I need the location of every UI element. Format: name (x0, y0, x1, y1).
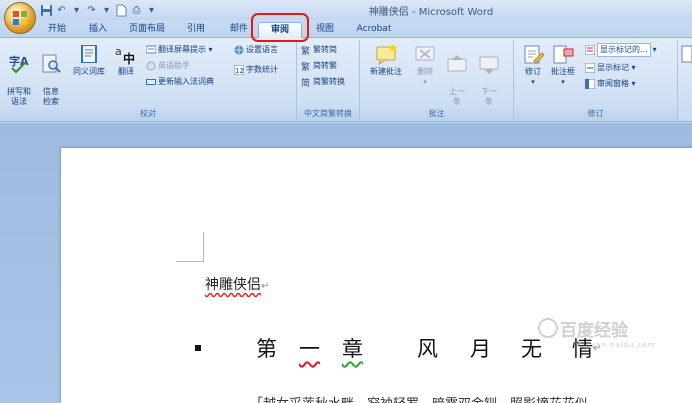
svg-text:中: 中 (123, 51, 135, 65)
spelling-icon: 字A (9, 54, 29, 74)
thesaurus-button[interactable]: 同义词库 (67, 43, 111, 77)
update-dictionary-icon (146, 77, 156, 87)
translate-icon: a中 (115, 45, 135, 65)
spelling-grammar-button[interactable]: 字A 拼写和 语法 (3, 43, 35, 107)
tab-view[interactable]: 视图 (311, 22, 339, 38)
title-bar: ↶ ▾ ↷ ▾ ⎙ ▾ 神雕侠侣 - Microsoft Word (0, 0, 692, 20)
translate-button[interactable]: a中 翻译 (113, 43, 139, 77)
chapter-char: 第 (256, 337, 277, 361)
display-for-review-dropdown[interactable]: 显示标记的... ▾ (584, 43, 657, 57)
accept-icon (681, 45, 692, 63)
group-label-proofing: 校对 (0, 107, 296, 120)
delete-comment-icon (415, 46, 435, 61)
tab-mailings[interactable]: 邮件 (225, 22, 253, 38)
translation-screentip-button[interactable]: 翻译屏幕提示 ▾ (145, 44, 213, 56)
tab-acrobat[interactable]: Acrobat (352, 22, 396, 38)
ribbon-tabs: 开始 插入 页面布局 引用 邮件 审阅 视图 Acrobat (0, 20, 692, 38)
group-label-tracking: 修订 (514, 107, 677, 120)
group-changes-partial (678, 40, 692, 120)
group-proofing: 字A 拼写和 语法 信息 检索 同义词库 a中 翻译 翻译屏幕提示 ▾ 英语助手… (0, 40, 297, 120)
svg-text:123: 123 (235, 67, 244, 75)
reviewing-pane-button[interactable]: 审阅窗格 ▾ (584, 78, 636, 90)
chevron-down-icon: ▾ (561, 78, 565, 86)
ribbon: 字A 拼写和 语法 信息 检索 同义词库 a中 翻译 翻译屏幕提示 ▾ 英语助手… (0, 38, 692, 122)
update-ime-dictionary-button[interactable]: 更新输入法词典 (146, 76, 214, 88)
convert-icon: 简 (301, 77, 311, 89)
document-page[interactable] (61, 148, 692, 403)
group-comments: 新建批注 删除 ▾ 上一 条 下一 条 批注 (360, 40, 514, 120)
chevron-down-icon: ▾ (531, 78, 535, 86)
chapter-char: 无 (521, 337, 542, 361)
chapter-char: 月 (470, 337, 491, 361)
to-simplified-button[interactable]: 繁 繁转简 (301, 44, 337, 57)
balloons-icon (553, 45, 574, 64)
svg-text:繁: 繁 (301, 45, 310, 55)
show-markup-button[interactable]: 显示标记 ▾ (584, 62, 636, 74)
tab-page-layout[interactable]: 页面布局 (125, 22, 169, 38)
next-comment-button[interactable]: 下一 条 (476, 43, 502, 107)
svg-text:繁: 繁 (301, 61, 310, 71)
display-review-icon (584, 44, 596, 56)
track-changes-button[interactable]: 修订 ▾ (520, 43, 546, 87)
show-markup-icon (584, 62, 596, 74)
watermark: 百度经验 jingyan.baidu.com (560, 321, 656, 349)
margin-crop-mark (176, 232, 204, 262)
tab-references[interactable]: 引用 (182, 22, 210, 38)
convert-button[interactable]: 简 简繁转换 (301, 76, 345, 89)
tab-insert[interactable]: 插入 (84, 22, 112, 38)
chapter-char: 一 (299, 337, 320, 361)
group-label-comments: 批注 (360, 107, 513, 120)
english-assistant-button[interactable]: 英语助手 (146, 60, 190, 72)
chapter-char: 章 (342, 337, 363, 361)
svg-text:字A: 字A (9, 54, 29, 68)
paragraph-mark-icon: ↵ (261, 281, 270, 292)
chapter-char: 风 (417, 337, 438, 361)
next-comment-icon (479, 56, 499, 74)
word-count-icon: 123 (233, 64, 248, 76)
translation-tip-icon (145, 45, 157, 55)
new-comment-icon (376, 45, 396, 65)
chevron-down-icon: ▾ (652, 45, 657, 54)
simplified-icon: 繁 (301, 45, 311, 57)
group-chinese-conversion: 繁 繁转简 繁 简转繁 简 简繁转换 中文简繁转换 (297, 40, 360, 120)
office-logo-icon (13, 11, 27, 25)
document-title-text: 神雕侠侣 (205, 277, 261, 293)
group-label-chinese-conversion: 中文简繁转换 (297, 107, 359, 120)
previous-comment-button[interactable]: 上一 条 (444, 43, 470, 107)
window-title: 神雕侠侣 - Microsoft Word (368, 7, 494, 18)
bullet-icon (195, 345, 201, 351)
research-button[interactable]: 信息 检索 (38, 43, 64, 107)
language-icon (234, 45, 244, 55)
document-title-line[interactable]: 神雕侠侣↵ (205, 274, 269, 294)
svg-text:a: a (115, 45, 122, 58)
review-tab-highlight (251, 13, 309, 42)
reviewing-pane-icon (584, 78, 596, 90)
set-language-button[interactable]: 设置语言 (234, 44, 278, 56)
traditional-icon: 繁 (301, 61, 311, 73)
chapter-heading[interactable]: 第 一 章 风 月 无 情 ↵ (195, 333, 601, 363)
previous-comment-icon (447, 55, 467, 72)
body-text-line[interactable]: 「越女采莲秋水畔，窄袖轻罗，暗露双金钏。照影摘花花似 (250, 393, 588, 403)
group-tracking: 修订 ▾ 批注框 ▾ 显示标记的... ▾ 显示标记 ▾ 审阅窗格 ▾ 修订 (514, 40, 678, 120)
accept-button-partial[interactable] (680, 43, 692, 67)
tab-home[interactable]: 开始 (43, 22, 71, 38)
watermark-paw-icon (538, 318, 558, 338)
balloons-button[interactable]: 批注框 ▾ (548, 43, 578, 87)
chevron-down-icon: ▾ (423, 78, 427, 86)
word-count-button[interactable]: 123 字数统计 (233, 64, 278, 76)
svg-text:简: 简 (301, 77, 310, 87)
to-traditional-button[interactable]: 繁 简转繁 (301, 60, 337, 73)
new-comment-button[interactable]: 新建批注 (366, 43, 406, 77)
thesaurus-icon (81, 45, 97, 63)
research-icon (42, 54, 61, 73)
track-changes-icon (524, 45, 544, 64)
delete-comment-button[interactable]: 删除 ▾ (412, 43, 438, 87)
english-assistant-icon (146, 61, 156, 71)
office-button[interactable] (4, 2, 36, 34)
